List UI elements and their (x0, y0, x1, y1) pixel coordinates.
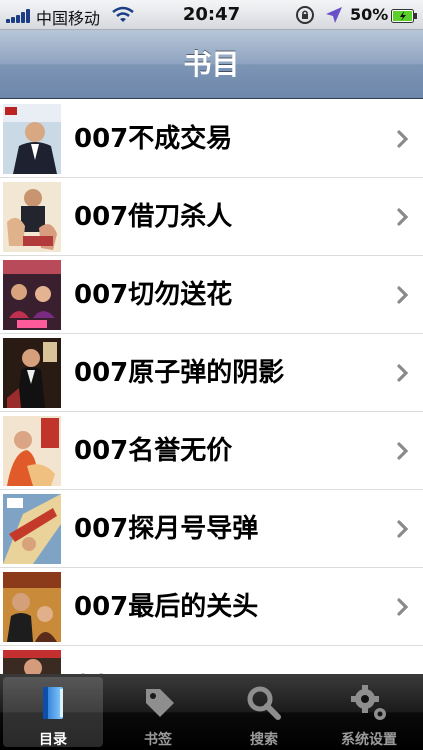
search-icon (247, 686, 281, 720)
navigation-bar: 书目 (0, 30, 423, 99)
book-cover-image (3, 104, 61, 174)
book-title: 007名誉无价 (74, 436, 233, 466)
book-cover-image (3, 494, 61, 564)
tab-label: 系统设置 (341, 732, 397, 748)
chevron-right-icon (397, 208, 409, 226)
chevron-right-icon (397, 130, 409, 148)
tab-label: 搜索 (250, 732, 278, 748)
book-title: 007切勿送花 (74, 280, 233, 310)
list-item[interactable]: 007不成交易 (0, 100, 423, 178)
book-cover-image (3, 260, 61, 330)
book-title: 007不成交易 (74, 124, 233, 154)
rotation-lock-icon (296, 6, 314, 24)
book-title: 007最后的关头 (74, 592, 259, 622)
book-title: 007原子弹的阴影 (74, 358, 285, 388)
location-arrow-icon (326, 7, 342, 23)
tab-search[interactable]: 搜索 (214, 677, 314, 748)
book-cover-image (3, 572, 61, 642)
gear-icon (351, 685, 386, 720)
book-icon (43, 687, 63, 719)
chevron-right-icon (397, 520, 409, 538)
tab-bar: 目录 书签 搜索 系统设置 (0, 674, 423, 750)
tab-settings[interactable]: 系统设置 (319, 677, 419, 748)
list-item[interactable]: 007借刀杀人 (0, 178, 423, 256)
list-item[interactable]: 007名誉无价 (0, 412, 423, 490)
battery-percentage: 50% (350, 5, 389, 24)
book-list[interactable]: 007不成交易 007借刀杀人 007切勿送花 007原子弹的阴影 007名誉无… (0, 100, 423, 674)
status-bar: 中国移动 20:47 50% (0, 0, 423, 30)
book-cover-image (3, 416, 61, 486)
chevron-right-icon (397, 286, 409, 304)
chevron-right-icon (397, 598, 409, 616)
list-item[interactable]: 007切勿送花 (0, 256, 423, 334)
tab-label: 书签 (144, 732, 172, 748)
tab-bookmarks[interactable]: 书签 (108, 677, 208, 748)
tag-icon (146, 689, 174, 717)
list-item[interactable]: 007最后的关头 (0, 568, 423, 646)
page-title: 书目 (183, 48, 240, 81)
chevron-right-icon (397, 364, 409, 382)
book-cover-image (3, 182, 61, 252)
book-cover-image (3, 338, 61, 408)
book-title: 007借刀杀人 (74, 202, 233, 232)
list-item[interactable]: 007探月号导弹 (0, 490, 423, 568)
chevron-right-icon (397, 442, 409, 460)
book-title: 007探月号导弹 (74, 514, 259, 544)
tab-catalog[interactable]: 目录 (3, 677, 103, 748)
list-item[interactable]: 007… (0, 646, 423, 674)
book-cover-image (3, 650, 61, 674)
tab-label: 目录 (39, 732, 67, 748)
battery-icon (391, 9, 417, 23)
book-title: 007… (74, 646, 154, 674)
list-item[interactable]: 007原子弹的阴影 (0, 334, 423, 412)
